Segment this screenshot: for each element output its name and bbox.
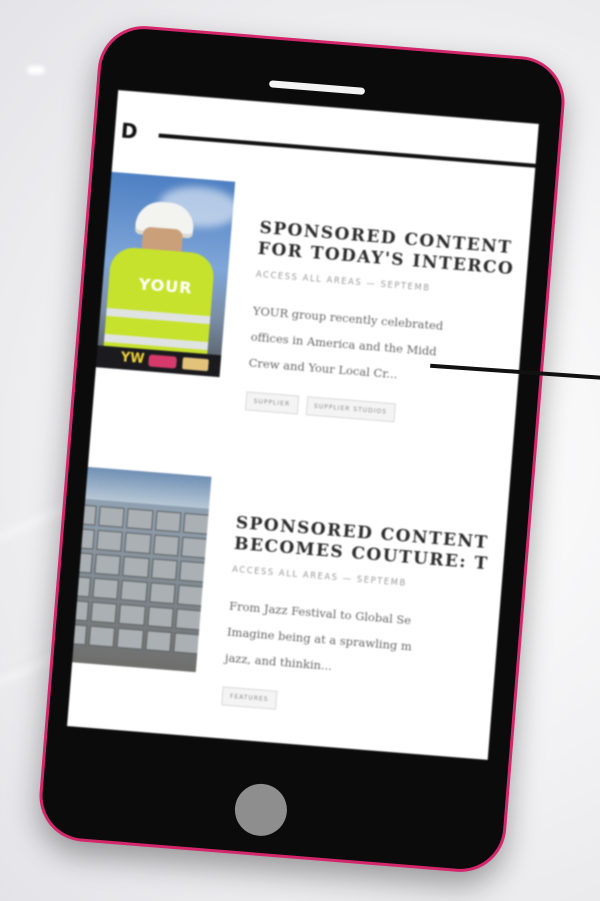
vest-reflective-stripe: [106, 307, 211, 325]
tag-supplier-studios[interactable]: SUPPLIER STUDIOS: [305, 396, 396, 423]
sponsor-logo-badge: [182, 357, 209, 372]
article-thumbnail[interactable]: [67, 465, 212, 673]
thumbnail-sky: [67, 465, 212, 509]
article-text: SPONSORED CONTENT FOR TODAY'S INTERCO AC…: [244, 218, 539, 434]
tag-supplier[interactable]: SUPPLIER: [244, 391, 299, 415]
article-text: SPONSORED CONTENT BECOMES COUTURE: T ACC…: [221, 513, 526, 729]
stage-background: D YOUR YW SPONSORED CONTENT FOR TODAY'S …: [0, 0, 600, 901]
phone-screen: D YOUR YW SPONSORED CONTENT FOR TODAY'S …: [67, 90, 539, 760]
background-mark: [28, 66, 44, 74]
article-excerpt: YOUR group recently celebrated offices i…: [248, 298, 539, 399]
sponsor-logo-badge: [148, 354, 178, 369]
header-divider: [158, 133, 539, 172]
article-tags: FEATURES: [221, 686, 512, 728]
vest-lettering: YOUR: [137, 274, 194, 298]
article-card[interactable]: SPONSORED CONTENT BECOMES COUTURE: T ACC…: [67, 465, 517, 710]
article-tags: SUPPLIER SUPPLIER STUDIOS: [244, 391, 536, 433]
tag-features[interactable]: FEATURES: [221, 686, 278, 710]
site-logo[interactable]: D: [120, 118, 139, 143]
sponsor-logo-text: YW: [120, 350, 146, 368]
article-excerpt: From Jazz Festival to Global Se Imagine …: [224, 593, 519, 694]
phone-mockup: D YOUR YW SPONSORED CONTENT FOR TODAY'S …: [35, 22, 569, 876]
